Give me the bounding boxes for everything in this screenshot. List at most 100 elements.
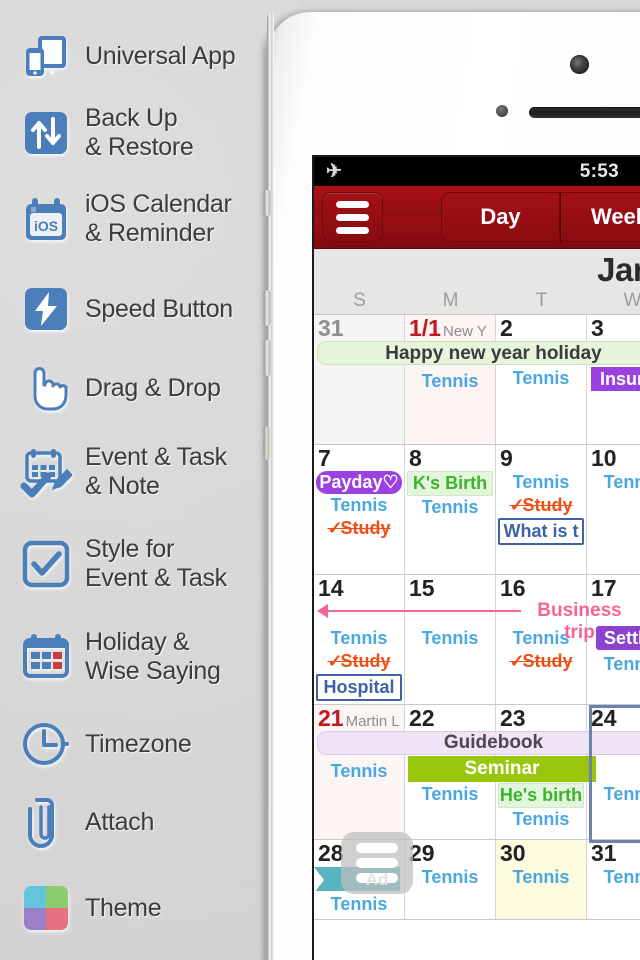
banner-seminar[interactable]: Seminar <box>408 756 596 782</box>
ios-calendar-icon: iOS <box>20 193 72 245</box>
day-cell[interactable]: 31 <box>314 315 405 444</box>
feature-item-ios-calendar: iOS iOS Calendar & Reminder <box>20 190 232 248</box>
day-cell[interactable]: 21 Martin L Tennis <box>314 705 405 839</box>
event-item[interactable]: Tennis <box>498 471 584 494</box>
event-item[interactable]: Tennis <box>498 808 584 831</box>
day-number: 10 <box>591 445 617 471</box>
theme-icon <box>20 882 72 934</box>
silent-switch[interactable] <box>264 190 270 216</box>
event-item[interactable]: What is t <box>498 518 584 545</box>
event-item[interactable]: Tennis <box>316 760 402 783</box>
event-item[interactable]: Payday♡ <box>316 471 402 494</box>
feature-item-universal-app: Universal App <box>20 30 236 82</box>
feature-label: Back Up & Restore <box>85 104 194 161</box>
event-item[interactable]: Tennis <box>316 494 402 517</box>
event-item[interactable]: Tennis <box>498 367 584 390</box>
day-cell[interactable]: 15 Tennis <box>405 575 496 704</box>
feature-item-speed-button: Speed Button <box>20 283 233 335</box>
ad-badge[interactable]: Ad <box>341 832 413 894</box>
feature-label: Timezone <box>85 729 192 758</box>
day-number: 21 Martin L <box>314 705 404 734</box>
speed-button-icon <box>20 283 72 335</box>
event-item[interactable]: Study <box>498 494 584 517</box>
event-item[interactable]: Tennis <box>316 627 402 650</box>
tab-day[interactable]: Day <box>441 192 560 242</box>
airplane-mode-icon: ✈ <box>325 160 343 183</box>
event-item[interactable]: Tennis <box>407 866 493 889</box>
day-number: 30 <box>500 840 526 866</box>
event-task-note-icon <box>20 446 72 498</box>
event-item[interactable]: Tennis <box>407 370 493 393</box>
hamburger-menu-icon[interactable] <box>322 192 383 242</box>
event-list: Tennis <box>496 866 586 889</box>
week-row: 31 1/1 New Y Tennis 2 Tennis 3 Happy new… <box>314 315 640 445</box>
earpiece-speaker <box>529 107 640 118</box>
feature-label: iOS Calendar & Reminder <box>85 190 232 247</box>
event-item[interactable]: Hospital <box>316 674 402 701</box>
feature-label: Speed Button <box>85 294 233 323</box>
event-list: He's birth Tennis <box>496 783 586 831</box>
week-row: 14 Tennis Study Hospital 15 Tennis 16 <box>314 575 640 705</box>
event-item[interactable]: Tennis <box>407 627 493 650</box>
day-number: 14 <box>318 575 344 601</box>
event-list: Tennis <box>405 627 495 650</box>
banner-insurance[interactable]: Insura <box>591 367 640 391</box>
universal-app-icon <box>20 30 72 82</box>
event-list: Tennis <box>405 866 495 889</box>
event-list: Payday♡ Tennis Study <box>314 471 404 540</box>
event-list: Tennis <box>496 367 586 390</box>
event-list: Tennis Study What is t <box>496 471 586 545</box>
status-bar-clock: 5:53 <box>579 160 619 182</box>
tab-week[interactable]: Week <box>560 192 640 242</box>
event-list: Tennis <box>587 783 640 806</box>
style-event-task-icon <box>20 538 72 590</box>
event-item[interactable]: Tennis <box>316 893 402 916</box>
event-item[interactable]: He's birth <box>498 783 584 808</box>
feature-item-attach: Attach <box>20 796 154 848</box>
view-mode-segmented-control[interactable]: Day Week <box>441 192 640 242</box>
day-cell[interactable]: 10 Tennis <box>587 445 640 574</box>
event-item[interactable]: Tennis <box>589 783 640 806</box>
volume-down-button[interactable] <box>264 340 270 376</box>
feature-list-panel: Universal App Back Up & Restore iOS iOS … <box>0 0 300 960</box>
banner-settle[interactable]: Settle <box>596 626 640 650</box>
event-list: K's Birth Tennis <box>405 471 495 519</box>
feature-item-drag-drop: Drag & Drop <box>20 362 221 414</box>
event-item[interactable]: K's Birth <box>407 471 493 496</box>
event-item[interactable]: Tennis <box>407 496 493 519</box>
event-item[interactable]: Tennis <box>498 866 584 889</box>
event-item[interactable]: Study <box>316 517 402 540</box>
attach-icon <box>20 796 72 848</box>
day-cell[interactable]: 1/1 New Y Tennis <box>405 315 496 444</box>
event-list: Tennis <box>587 653 640 676</box>
feature-item-style-event-task: Style for Event & Task <box>20 535 227 593</box>
day-number: 3 <box>591 315 604 341</box>
banner-guidebook[interactable]: Guidebook <box>317 731 640 755</box>
volume-up-button[interactable] <box>264 290 270 326</box>
feature-label: Style for Event & Task <box>85 535 227 592</box>
feature-item-timezone: Timezone <box>20 718 192 770</box>
day-cell[interactable]: 7 Payday♡ Tennis Study <box>314 445 405 574</box>
day-cell[interactable]: 9 Tennis Study What is t <box>496 445 587 574</box>
day-cell[interactable]: 2 Tennis <box>496 315 587 444</box>
event-item[interactable]: Tennis <box>589 653 640 676</box>
sim-tray <box>264 426 269 460</box>
watermark-letter-2 <box>624 832 640 960</box>
day-cell[interactable]: 29 Tennis <box>405 840 496 919</box>
feature-item-holiday-wise-saying: Holiday & Wise Saying <box>20 628 221 686</box>
drag-drop-icon <box>20 362 72 414</box>
weekday-label-tue: T <box>535 290 548 311</box>
day-number: 2 <box>500 315 513 341</box>
event-item[interactable]: Study <box>498 650 584 673</box>
feature-label: Theme <box>85 893 162 922</box>
event-item[interactable]: Tennis <box>407 783 493 806</box>
weekday-label-wed: W <box>623 290 640 311</box>
day-cell[interactable]: 14 Tennis Study Hospital <box>314 575 405 704</box>
event-item[interactable]: Study <box>316 650 402 673</box>
week-row: 21 Martin L Tennis 22 Tennis 23 He's bir… <box>314 705 640 840</box>
day-cell[interactable]: 30 Tennis <box>496 840 587 919</box>
event-item[interactable]: Tennis <box>589 471 640 494</box>
day-cell[interactable]: 8 K's Birth Tennis <box>405 445 496 574</box>
feature-label: Event & Task & Note <box>85 443 227 500</box>
banner-holiday[interactable]: Happy new year holiday <box>317 341 640 365</box>
